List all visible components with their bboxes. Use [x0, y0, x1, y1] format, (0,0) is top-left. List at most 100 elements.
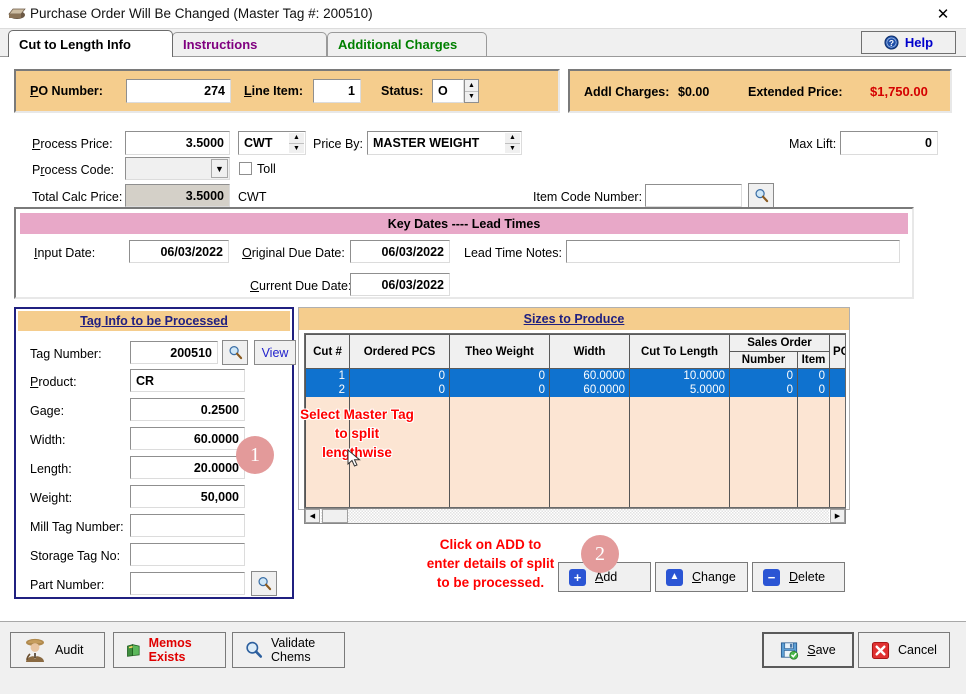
length-input[interactable]: 20.0000 [130, 456, 245, 479]
col-sales-order[interactable]: Sales Order [728, 334, 831, 352]
table-row[interactable] [305, 416, 845, 435]
product-input[interactable]: CR [130, 369, 245, 392]
length-label: Length: [30, 462, 72, 476]
tab-additional-charges[interactable]: Additional Charges [327, 32, 487, 56]
mill-tag-number-input[interactable] [130, 514, 245, 537]
spinner-down-icon[interactable]: ▼ [505, 144, 520, 154]
annotation-line: to be processed. [436, 575, 545, 590]
scrollbar-thumb[interactable] [322, 509, 348, 523]
original-due-date-input[interactable]: 06/03/2022 [350, 240, 450, 263]
part-number-input[interactable] [130, 572, 245, 595]
po-number-value: 274 [204, 84, 225, 98]
spinner-down-icon[interactable]: ▼ [465, 92, 478, 103]
tab-strip: Cut to Length Info Instructions Addition… [0, 29, 966, 57]
cell-ordered-pcs: 0 [349, 383, 450, 397]
audit-button[interactable]: Audit [10, 632, 105, 668]
scroll-right-icon[interactable]: ▶ [830, 509, 845, 523]
key-dates-group: Key Dates ---- Lead Times Input Date: 06… [14, 207, 914, 299]
price-by-select[interactable]: MASTER WEIGHT ▲ ▼ [367, 131, 522, 155]
process-price-uom-select[interactable]: CWT ▲ ▼ [238, 131, 306, 155]
spinner-down-icon[interactable]: ▼ [289, 144, 304, 154]
line-item-value: 1 [348, 84, 355, 98]
tag-number-search-button[interactable] [222, 340, 248, 365]
spinner-up-icon[interactable]: ▲ [289, 133, 304, 144]
current-due-date-value: 06/03/2022 [381, 277, 444, 292]
validate-line-1: Validate [271, 636, 316, 650]
weight-input[interactable]: 50,000 [130, 485, 245, 508]
price-by-spinner[interactable]: ▲ ▼ [505, 133, 520, 153]
status-spinner[interactable]: ▲ ▼ [464, 79, 479, 103]
input-date-input[interactable]: 06/03/2022 [129, 240, 229, 263]
col-cut-number[interactable]: Cut # [305, 334, 350, 369]
toll-checkbox[interactable] [239, 162, 252, 175]
status-label: Status: [381, 84, 424, 98]
change-button[interactable]: ▲ Change [655, 562, 748, 592]
current-due-date-input[interactable]: 06/03/2022 [350, 273, 450, 296]
tab-instructions[interactable]: Instructions [172, 32, 327, 56]
col-cut-to-length[interactable]: Cut To Length [629, 334, 730, 369]
view-label: View [261, 345, 289, 360]
table-row[interactable] [305, 397, 845, 416]
col-so-item[interactable]: Item [796, 351, 831, 369]
price-by-value: MASTER WEIGHT [373, 136, 480, 150]
table-row[interactable]: 2 0 0 60.0000 5.0000 0 0 [305, 383, 845, 397]
uom-spinner[interactable]: ▲ ▼ [289, 133, 304, 153]
status-value: O [438, 84, 448, 98]
cell-cut-to-length: 10.0000 [629, 368, 730, 383]
table-row[interactable] [305, 454, 845, 473]
product-label: Product: [30, 375, 77, 389]
lead-time-notes-input[interactable] [566, 240, 900, 263]
width-input[interactable]: 60.0000 [130, 427, 245, 450]
close-icon[interactable]: ✕ [920, 0, 966, 28]
table-row[interactable] [305, 435, 845, 454]
table-row[interactable] [305, 492, 845, 507]
key-dates-title: Key Dates ---- Lead Times [20, 213, 908, 234]
spinner-up-icon[interactable]: ▲ [465, 80, 478, 92]
status-input[interactable]: O [432, 79, 464, 103]
scrollbar-track[interactable] [321, 509, 829, 523]
plus-icon: + [569, 568, 586, 586]
line-item-input[interactable]: 1 [313, 79, 361, 103]
help-button[interactable]: ? Help [861, 31, 956, 54]
window-app-icon [8, 8, 26, 19]
max-lift-input[interactable]: 0 [840, 131, 938, 155]
process-price-input[interactable]: 3.5000 [125, 131, 230, 155]
item-code-input[interactable] [645, 184, 742, 207]
annotation-line: Click on ADD to [439, 537, 542, 552]
original-due-date-label: Original Due Date: [242, 246, 345, 260]
col-so-number[interactable]: Number [729, 351, 798, 369]
sizes-grid[interactable]: Cut # Ordered PCS Theo Weight Width Cut … [304, 333, 846, 508]
product-value: CR [136, 373, 155, 388]
process-code-select[interactable]: ▼ [125, 157, 230, 180]
po-number-input[interactable]: 274 [126, 79, 231, 103]
save-label: Save [807, 643, 836, 657]
memos-button[interactable]: Memos Exists [113, 632, 226, 668]
col-po[interactable]: PO [829, 334, 845, 369]
gage-input[interactable]: 0.2500 [130, 398, 245, 421]
spinner-up-icon[interactable]: ▲ [505, 133, 520, 144]
scroll-left-icon[interactable]: ◀ [305, 509, 320, 523]
save-button[interactable]: Save [762, 632, 854, 668]
sizes-to-produce-panel: Sizes to Produce Cut # Ordered PCS Theo … [298, 307, 850, 524]
col-ordered-pcs[interactable]: Ordered PCS [349, 334, 450, 369]
part-number-search-button[interactable] [251, 571, 277, 596]
view-tag-button[interactable]: View [254, 340, 296, 365]
tab-cut-to-length-info[interactable]: Cut to Length Info [8, 30, 173, 57]
tag-number-input[interactable]: 200510 [130, 341, 218, 364]
svg-text:?: ? [889, 38, 894, 48]
delete-button[interactable]: − Delete [752, 562, 845, 592]
table-row[interactable] [305, 473, 845, 492]
cell-theo-weight: 0 [449, 383, 550, 397]
col-width[interactable]: Width [549, 334, 630, 369]
validate-chems-button[interactable]: Validate Chems [232, 632, 345, 668]
po-summary-panel: PPO Number:O Number: 274 Line Item: 1 St… [14, 69, 560, 113]
storage-tag-no-input[interactable] [130, 543, 245, 566]
item-code-search-button[interactable] [748, 183, 774, 208]
cancel-button[interactable]: Cancel [858, 632, 950, 668]
length-value: 20.0000 [193, 460, 239, 475]
tab-label: Instructions [183, 37, 258, 52]
col-theo-weight[interactable]: Theo Weight [449, 334, 550, 369]
chevron-down-icon[interactable]: ▼ [211, 159, 228, 178]
grid-horizontal-scrollbar[interactable]: ◀ ▶ [304, 508, 846, 524]
table-row[interactable]: 1 0 0 60.0000 10.0000 0 0 [305, 368, 845, 383]
